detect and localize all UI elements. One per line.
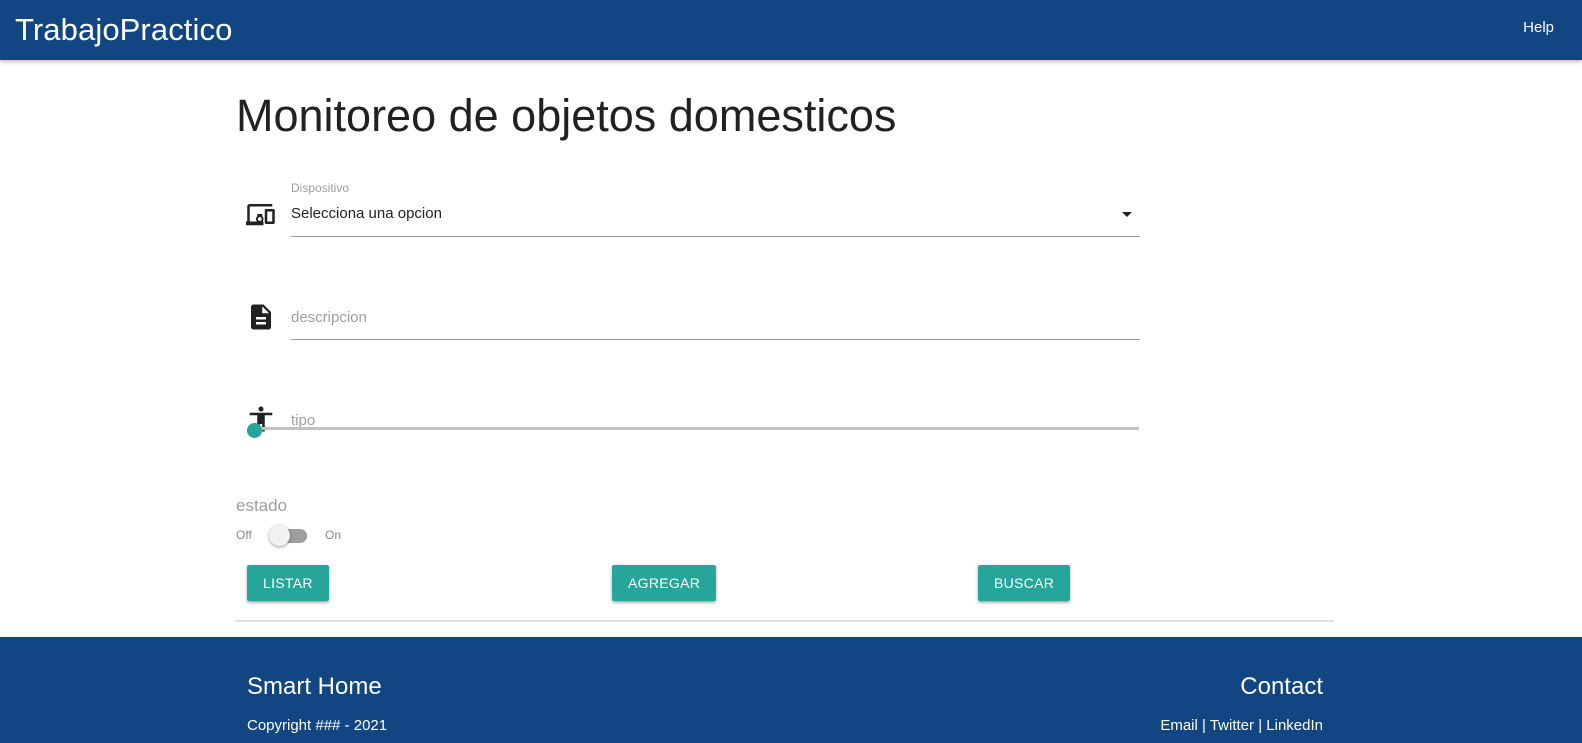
description-icon bbox=[251, 304, 271, 330]
dispositivo-label: Dispositivo bbox=[291, 181, 350, 195]
buscar-button[interactable]: Buscar bbox=[978, 565, 1071, 601]
descripcion-input[interactable]: descripcion bbox=[291, 309, 367, 326]
tipo-range-thumb[interactable] bbox=[247, 423, 262, 438]
dispositivo-underline bbox=[291, 236, 1140, 237]
descripcion-underline bbox=[291, 339, 1140, 340]
dropdown-arrow-icon[interactable] bbox=[1122, 212, 1132, 217]
devices-icon bbox=[246, 204, 275, 226]
footer-copyright: Copyright ### - 2021 bbox=[247, 717, 388, 734]
agregar-button[interactable]: Agregar bbox=[612, 565, 717, 601]
link-separator: | bbox=[1202, 717, 1206, 734]
footer-contact-links: Email | Twitter | LinkedIn bbox=[1160, 717, 1323, 734]
twitter-link[interactable]: Twitter bbox=[1210, 717, 1254, 734]
linkedin-link[interactable]: LinkedIn bbox=[1266, 717, 1323, 734]
email-link[interactable]: Email bbox=[1160, 717, 1198, 734]
switch-on-label: On bbox=[325, 528, 342, 542]
page-footer: Smart Home Copyright ### - 2021 Contact … bbox=[0, 637, 1582, 743]
dispositivo-select[interactable]: Selecciona una opcion bbox=[291, 205, 442, 222]
estado-label: estado bbox=[236, 496, 288, 515]
footer-contact-title: Contact bbox=[1240, 673, 1323, 700]
top-navbar: TrabajoPractico Help bbox=[0, 0, 1582, 60]
tipo-range-track[interactable] bbox=[254, 427, 1139, 430]
brand-logo[interactable]: TrabajoPractico bbox=[15, 10, 232, 50]
link-separator: | bbox=[1258, 717, 1263, 734]
footer-brand-title: Smart Home bbox=[247, 673, 382, 700]
content-divider bbox=[235, 620, 1334, 622]
page-title: Monitoreo de objetos domesticos bbox=[236, 90, 897, 141]
listar-button[interactable]: Listar bbox=[247, 565, 329, 601]
switch-off-label: Off bbox=[236, 528, 252, 542]
nav-help-link[interactable]: Help bbox=[1523, 19, 1554, 36]
estado-switch-knob[interactable] bbox=[269, 525, 290, 546]
